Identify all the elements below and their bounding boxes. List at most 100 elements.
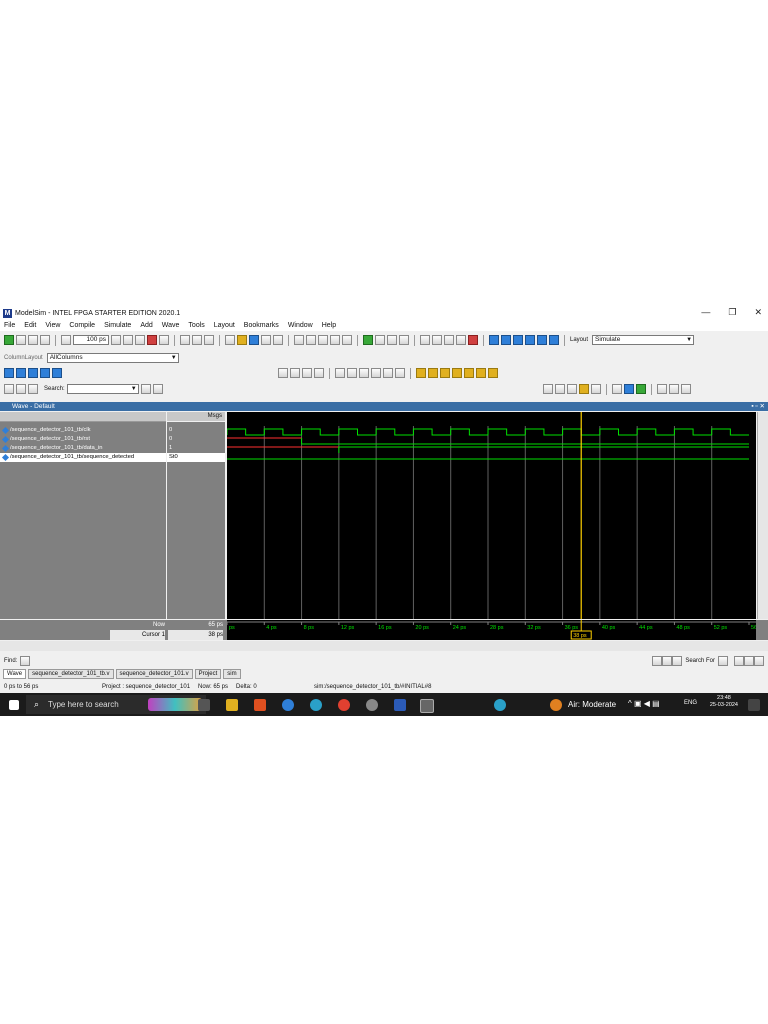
next-icon[interactable] (4, 384, 14, 394)
regex-checkbox[interactable] (754, 655, 764, 666)
zoom-in-icon[interactable] (542, 384, 553, 394)
memory-icon[interactable] (399, 335, 409, 345)
add-signal-icon[interactable] (16, 368, 26, 378)
wave-window-controls[interactable]: ▪ ▫ ✕ (751, 402, 765, 411)
back-icon[interactable] (28, 335, 38, 345)
system-tray-icons[interactable]: ^ ▣ ◀ ▤ (628, 699, 660, 708)
continue-icon[interactable] (123, 335, 133, 345)
layout-select[interactable]: Simulate (592, 335, 695, 345)
language-indicator[interactable]: ENG (684, 700, 697, 706)
close-button[interactable]: ✕ (754, 307, 762, 318)
zoom-out-icon[interactable] (554, 384, 565, 394)
modelsim-taskbar-icon[interactable] (420, 699, 434, 713)
menu-file[interactable]: File (4, 322, 15, 329)
cut-icon[interactable] (294, 335, 304, 345)
cursor-add-icon[interactable] (611, 384, 622, 394)
exact-checkbox[interactable] (744, 655, 754, 666)
tab-sim[interactable]: sim (223, 668, 241, 679)
waveform-pane[interactable] (226, 412, 756, 619)
menu-compile[interactable]: Compile (69, 322, 95, 329)
back-arrow-icon[interactable] (16, 384, 26, 394)
signal-row-rst[interactable]: /sequence_detector_101_tb/rst (0, 435, 166, 444)
step-up-icon[interactable] (501, 335, 511, 345)
task-view-icon[interactable] (198, 699, 210, 711)
add-divider-icon[interactable] (40, 368, 50, 378)
zoom-mode-icon[interactable] (347, 368, 357, 378)
menu-window[interactable]: Window (288, 322, 313, 329)
menu-view[interactable]: View (45, 322, 60, 329)
find-icon[interactable] (342, 335, 352, 345)
undo-icon[interactable] (204, 335, 214, 345)
brave-browser-icon[interactable] (254, 699, 266, 711)
find-falling-edge-icon[interactable] (452, 368, 462, 378)
signal-row-clk[interactable]: /sequence_detector_101_tb/clk (0, 426, 166, 435)
zoom-icon[interactable] (387, 335, 397, 345)
signal-row-data-in[interactable]: /sequence_detector_101_tb/data_in (0, 444, 166, 453)
wave-icon[interactable] (456, 335, 466, 345)
menu-add[interactable]: Add (140, 322, 152, 329)
schematic-icon[interactable] (432, 335, 442, 345)
copy-signal-icon[interactable] (302, 368, 312, 378)
find-options-icon[interactable] (20, 655, 31, 666)
find-next-edge-icon[interactable] (428, 368, 438, 378)
search-go-icon[interactable] (152, 384, 163, 394)
restart-icon[interactable] (61, 335, 71, 345)
column-layout-select[interactable]: AllColumns (46, 353, 179, 363)
step-end-icon[interactable] (549, 335, 559, 345)
step-down-icon[interactable] (489, 335, 499, 345)
delete-signal-icon[interactable] (314, 368, 324, 378)
find-next-icon[interactable] (662, 655, 673, 666)
step-into-icon[interactable] (180, 335, 190, 345)
print-icon[interactable] (273, 335, 283, 345)
edit-mode-icon[interactable] (278, 368, 288, 378)
select-mode-icon[interactable] (335, 368, 345, 378)
tab-project[interactable]: Project (194, 668, 222, 679)
word-icon[interactable] (394, 699, 406, 711)
search-for-dropdown-icon[interactable] (718, 655, 728, 666)
run-all-icon[interactable] (135, 335, 145, 345)
cursor-label[interactable]: Cursor 1 (110, 630, 165, 640)
find-rising-edge-icon[interactable] (440, 368, 450, 378)
cursor-lock-icon[interactable] (623, 384, 634, 394)
case-checkbox[interactable] (734, 655, 744, 666)
find-transition-icon[interactable] (464, 368, 474, 378)
redo-icon[interactable] (330, 335, 340, 345)
add-group-icon[interactable] (28, 368, 38, 378)
add-wave-icon[interactable] (4, 368, 14, 378)
forward-icon[interactable] (40, 335, 50, 345)
menu-tools[interactable]: Tools (188, 322, 204, 329)
chrome-profile-icon[interactable] (366, 699, 378, 711)
tab-tb-source[interactable]: sequence_detector_101_tb.v (28, 668, 114, 679)
break-icon[interactable] (147, 335, 157, 345)
zoom-full-icon[interactable] (566, 384, 577, 394)
step-icon[interactable] (16, 335, 26, 345)
dataflow-icon[interactable] (420, 335, 430, 345)
minimize-button[interactable]: — (701, 307, 710, 318)
stretch-edge-icon[interactable] (395, 368, 405, 378)
open-icon[interactable] (225, 335, 235, 345)
search-input[interactable] (66, 384, 139, 394)
grid-icon[interactable] (656, 384, 667, 394)
bookmark-icon[interactable] (28, 384, 38, 394)
settings-icon[interactable] (680, 384, 691, 394)
menu-bookmarks[interactable]: Bookmarks (244, 322, 279, 329)
windows-start-icon[interactable] (9, 700, 19, 710)
binoculars-icon[interactable] (375, 335, 385, 345)
run-length-input[interactable]: 100 ps (73, 335, 109, 345)
close-wave-icon[interactable] (468, 335, 478, 345)
add-cursor-icon[interactable] (52, 368, 62, 378)
find-prev-icon[interactable] (652, 655, 663, 666)
signal-row-sequence-detected[interactable]: /sequence_detector_101_tb/sequence_detec… (0, 453, 166, 462)
zoom-cursor-icon[interactable] (578, 384, 589, 394)
copy-icon[interactable] (306, 335, 316, 345)
find-highlight-icon[interactable] (672, 655, 683, 666)
help-app-icon[interactable] (282, 699, 294, 711)
cut-signal-icon[interactable] (290, 368, 300, 378)
step-next-icon[interactable] (525, 335, 535, 345)
list-icon[interactable] (444, 335, 454, 345)
stop-icon[interactable] (159, 335, 169, 345)
step-over-icon[interactable] (192, 335, 202, 345)
step-prev-icon[interactable] (537, 335, 547, 345)
invert-icon[interactable] (371, 368, 381, 378)
folder-icon[interactable] (237, 335, 247, 345)
